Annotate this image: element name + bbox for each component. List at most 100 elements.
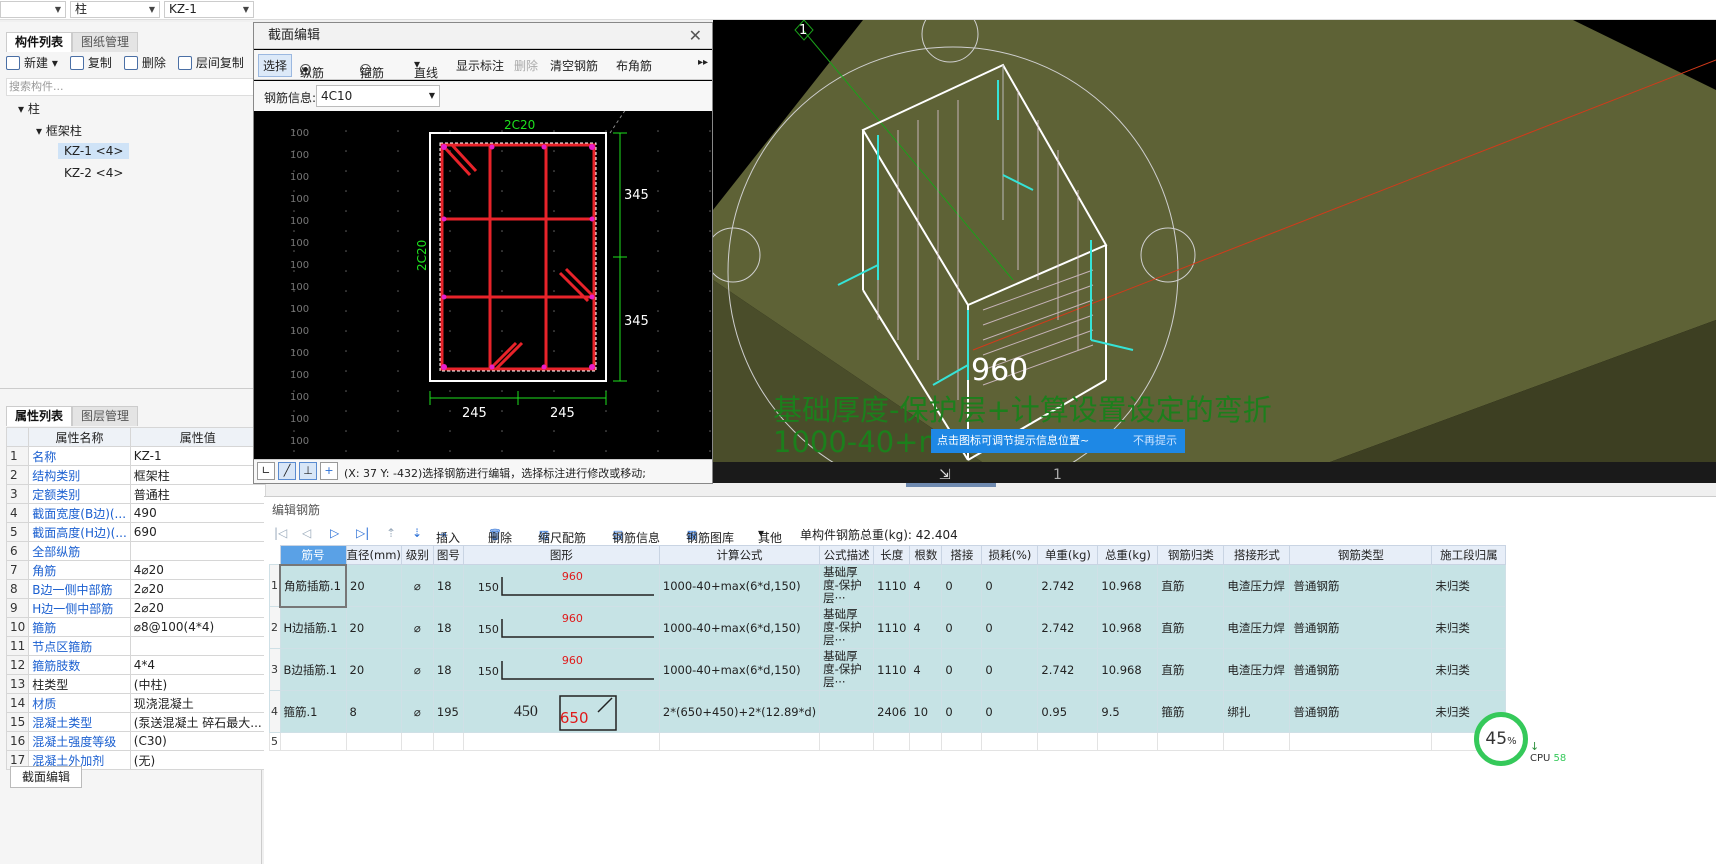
empty-cell[interactable] (941, 732, 983, 751)
section-canvas[interactable]: 100 100 100 100 100 100 100 100 100 100 100 100 100 1… (254, 111, 712, 459)
count[interactable]: 4 (909, 564, 943, 607)
cat[interactable]: 箍筋 (1157, 690, 1225, 733)
empty-cell[interactable] (279, 732, 347, 751)
figure-number[interactable]: 195 (432, 690, 464, 733)
formula-desc[interactable]: 基础厚度-保护层··· (819, 564, 875, 607)
copy-button[interactable]: 复制 (69, 54, 112, 71)
table-row[interactable]: 2 H边插筋.1 20 ⌀ 18 150 960 1000-40+max(6*d,150) 基础… (269, 606, 1507, 649)
property-value[interactable]: 4⌀20 (129, 560, 266, 580)
empty-cell[interactable] (462, 732, 660, 751)
loss[interactable]: 0 (981, 690, 1039, 733)
loss[interactable]: 0 (981, 564, 1039, 607)
line-dropdown[interactable]: 直线 ▾ (414, 57, 438, 80)
property-row[interactable]: 3 定额类别 普通柱 (5, 484, 266, 504)
offset-icon[interactable]: + (320, 462, 338, 480)
tree-group[interactable]: ▾ 框架柱 (36, 122, 82, 139)
formula-desc[interactable] (819, 690, 875, 733)
lapform[interactable]: 电渣压力焊 (1223, 648, 1291, 691)
empty-cell[interactable] (400, 732, 434, 751)
property-row[interactable]: 1 名称 KZ-1 (5, 446, 266, 466)
search-input[interactable]: 搜索构件... (6, 78, 254, 96)
shape-cell[interactable]: 150 960 (462, 564, 660, 607)
tab-layer-manage[interactable]: 图层管理 (72, 406, 139, 426)
loss[interactable]: 0 (981, 606, 1039, 649)
lapform[interactable]: 电渣压力焊 (1223, 564, 1291, 607)
property-value[interactable]: 2⌀20 (129, 579, 266, 599)
empty-cell[interactable] (658, 732, 821, 751)
rebar-name[interactable]: H边插筋.1 (279, 606, 347, 649)
cpu-gauge[interactable]: 45% (1474, 712, 1528, 766)
col-header[interactable]: 钢筋类型 (1289, 545, 1433, 565)
new-button[interactable]: 新建 ▾ (6, 54, 58, 71)
row-index[interactable]: 4 (269, 690, 281, 733)
len[interactable]: 1110 (873, 648, 911, 691)
rebar-name[interactable]: 角筋插筋.1 (279, 563, 347, 608)
col-header[interactable]: 图号 (432, 545, 464, 565)
grade[interactable]: ⌀ (400, 690, 434, 733)
diameter[interactable]: 20 (345, 606, 402, 649)
property-value[interactable]: 4*4 (129, 655, 266, 675)
tree-root[interactable]: ▾ 柱 (18, 100, 40, 117)
tree-item-kz1[interactable]: KZ-1 <4> (58, 143, 130, 159)
len[interactable]: 1110 (873, 606, 911, 649)
figure-number[interactable]: 18 (432, 606, 464, 649)
col-header[interactable]: 钢筋归类 (1157, 545, 1225, 565)
grade[interactable]: ⌀ (400, 564, 434, 607)
col-header[interactable]: 直径(mm) (345, 545, 402, 565)
formula[interactable]: 1000-40+max(6*d,150) (658, 606, 821, 649)
empty-cell[interactable] (432, 732, 464, 751)
type-select[interactable]: 柱 ▼ (70, 1, 160, 18)
property-row[interactable]: 14 材质 现浇混凝土 (5, 693, 266, 713)
property-row[interactable]: 16 混凝土强度等级 (C30) (5, 731, 266, 751)
close-icon[interactable]: ✕ (689, 23, 702, 49)
property-value[interactable]: (无) (129, 750, 266, 770)
formula-desc[interactable]: 基础厚度-保护层··· (819, 648, 875, 691)
splitter-handle[interactable] (906, 483, 996, 487)
stage[interactable]: 未归类 (1431, 606, 1507, 649)
row-index[interactable]: 3 (269, 648, 281, 691)
property-value[interactable]: (中柱) (129, 674, 266, 694)
total[interactable]: 10.968 (1097, 648, 1159, 691)
property-value[interactable]: 490 (129, 503, 266, 523)
property-row[interactable]: 9 H边一侧中部筋 2⌀20 (5, 598, 266, 618)
type[interactable]: 普通钢筋 (1289, 606, 1433, 649)
property-row[interactable]: 12 箍筋肢数 4*4 (5, 655, 266, 675)
property-value[interactable]: (泵送混凝土 碎石最大... (129, 712, 266, 732)
table-row[interactable]: 1 角筋插筋.1 20 ⌀ 18 150 960 1000-40+max(6*d,150) 基础… (269, 563, 1507, 608)
empty-cell[interactable] (1097, 732, 1159, 751)
table-row[interactable]: 4 箍筋.1 8 ⌀ 195 450 650 2*(650+450)+2*(12.89*d) 2… (269, 690, 1507, 733)
stage[interactable]: 未归类 (1431, 648, 1507, 691)
count[interactable]: 4 (909, 648, 943, 691)
empty-cell[interactable] (981, 732, 1039, 751)
perpendicular-icon[interactable]: ⊥ (299, 462, 317, 480)
empty-row[interactable]: 5 (269, 732, 1507, 751)
property-row[interactable]: 10 箍筋 ⌀8@100(4*4) (5, 617, 266, 637)
rebar-info-input[interactable]: 4C10 ▼ (316, 85, 440, 107)
unit-weight[interactable]: 2.742 (1037, 606, 1099, 649)
stage[interactable]: 未归类 (1431, 564, 1507, 607)
property-row[interactable]: 13 柱类型 (中柱) (5, 674, 266, 694)
unit-weight[interactable]: 2.742 (1037, 564, 1099, 607)
col-header[interactable]: 根数 (909, 545, 943, 565)
lap[interactable]: 0 (941, 606, 983, 649)
move-down-icon[interactable]: ⇣ (412, 526, 422, 540)
tab-property-list[interactable]: 属性列表 (6, 406, 73, 426)
col-header[interactable]: 损耗(%) (981, 545, 1039, 565)
diameter[interactable]: 8 (345, 690, 402, 733)
more-icon[interactable]: ▸▸ (698, 57, 708, 68)
select-button[interactable]: 选择 (258, 54, 293, 77)
formula[interactable]: 2*(650+450)+2*(12.89*d) (658, 690, 821, 733)
total[interactable]: 10.968 (1097, 564, 1159, 607)
tree-item-kz2[interactable]: KZ-2 <4> (64, 166, 123, 180)
rebar-name[interactable]: B边插筋.1 (279, 648, 347, 691)
figure-number[interactable]: 18 (432, 564, 464, 607)
last-icon[interactable]: ▷| (356, 526, 369, 540)
unit-weight[interactable]: 2.742 (1037, 648, 1099, 691)
delete-button[interactable]: 删除 (123, 54, 166, 71)
count[interactable]: 4 (909, 606, 943, 649)
other-dropdown[interactable]: 其他 ▾ (758, 526, 782, 545)
lap[interactable]: 0 (941, 648, 983, 691)
col-header[interactable]: 长度 (873, 545, 911, 565)
section-edit-button[interactable]: 截面编辑 (10, 766, 82, 788)
move-up-icon[interactable]: ⇡ (386, 526, 396, 540)
